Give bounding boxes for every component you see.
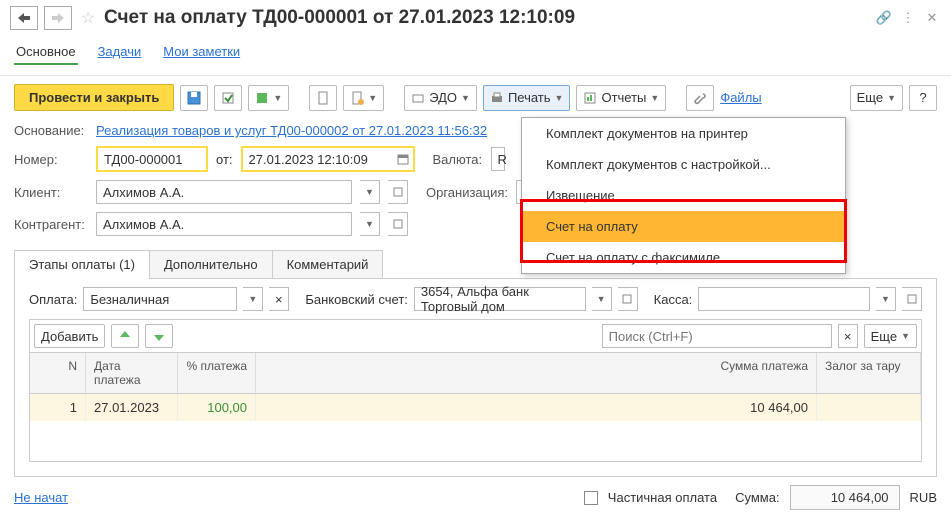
col-date[interactable]: Дата платежа [86,353,178,393]
basis-dropdown[interactable]: ▼ [248,85,289,111]
save-button[interactable] [180,85,208,111]
cell-date: 27.01.2023 [86,394,178,421]
basis-link[interactable]: Реализация товаров и услуг ТД00-000002 о… [96,123,487,138]
number-input[interactable]: ТД00-000001 [96,146,208,172]
toolbar: Провести и закрыть ▼ ▼ ЭДО▼ Печать▼ Отче… [0,76,951,119]
search-clear-icon[interactable]: × [838,324,858,348]
sum-currency: RUB [910,490,937,505]
basis-label: Основание: [14,123,88,138]
bank-dropdown-icon[interactable]: ▼ [592,287,612,311]
bank-input[interactable]: 3654, Альфа банк Торговый дом [414,287,586,311]
table-row[interactable]: 1 27.01.2023 100,00 10 464,00 [30,394,921,421]
tabpanel: Оплата: Безналичная ▼ × Банковский счет:… [14,279,937,477]
payment-clear-icon[interactable]: × [269,287,289,311]
tab-additional[interactable]: Дополнительно [149,250,273,278]
close-icon[interactable]: ✕ [923,9,941,27]
sum-value: 10 464,00 [790,485,900,510]
link-icon[interactable]: 🔗 [875,9,893,27]
subnav-main[interactable]: Основное [14,40,78,65]
contragent-open-icon[interactable] [388,212,408,236]
bank-open-icon[interactable] [618,287,638,311]
forward-button[interactable] [44,6,72,30]
kassa-dropdown-icon[interactable]: ▼ [876,287,896,311]
help-button[interactable]: ? [909,85,937,111]
attach-button[interactable] [686,85,714,111]
col-n[interactable]: N [30,353,86,393]
doc-button[interactable] [309,85,337,111]
partial-label: Частичная оплата [608,490,717,505]
files-link[interactable]: Файлы [720,90,761,105]
back-button[interactable] [10,6,38,30]
kassa-label: Касса: [654,292,693,307]
print-dropdown: Комплект документов на принтер Комплект … [521,117,846,274]
footer: Не начат Частичная оплата Сумма: 10 464,… [14,485,937,510]
col-zalog[interactable]: Залог за тару [817,353,921,393]
header: ☆ Счет на оплату ТД00-000001 от 27.01.20… [0,0,951,36]
payment-dropdown-icon[interactable]: ▼ [243,287,263,311]
status-link[interactable]: Не начат [14,490,68,505]
contragent-label: Контрагент: [14,217,88,232]
payment-label: Оплата: [29,292,77,307]
payment-type-input[interactable]: Безналичная [83,287,237,311]
dd-item-schet[interactable]: Счет на оплату [522,211,845,242]
row-up-button[interactable] [111,324,139,348]
client-label: Клиент: [14,185,88,200]
cell-zalog [817,394,921,421]
calendar-icon[interactable] [393,146,415,172]
subnav-tasks[interactable]: Задачи [96,40,144,65]
star-icon[interactable]: ☆ [78,6,98,30]
kassa-open-icon[interactable] [902,287,922,311]
grid-more-button[interactable]: Еще▼ [864,324,917,348]
post-button[interactable] [214,85,242,111]
contragent-dropdown-icon[interactable]: ▼ [360,212,380,236]
cell-sum: 10 464,00 [256,394,817,421]
bank-label: Банковский счет: [305,292,408,307]
col-pct[interactable]: % платежа [178,353,256,393]
dd-item-komplekt-printer[interactable]: Комплект документов на принтер [522,118,845,149]
row-down-button[interactable] [145,324,173,348]
subnav-notes[interactable]: Мои заметки [161,40,242,65]
kassa-input[interactable] [698,287,870,311]
date-input[interactable]: 27.01.2023 12:10:09 [241,146,393,172]
client-dropdown-icon[interactable]: ▼ [360,180,380,204]
currency-input[interactable]: R [491,147,505,171]
from-label: от: [216,152,233,167]
org-label: Организация: [426,185,508,200]
cell-n: 1 [30,394,86,421]
cell-pct: 100,00 [178,394,256,421]
partial-checkbox[interactable] [584,491,598,505]
client-input[interactable]: Алхимов А.А. [96,180,352,204]
post-close-button[interactable]: Провести и закрыть [14,84,174,111]
col-sum[interactable]: Сумма платежа [256,353,817,393]
contragent-input[interactable]: Алхимов А.А. [96,212,352,236]
client-open-icon[interactable] [388,180,408,204]
sum-label: Сумма: [735,490,779,505]
dd-item-komplekt-settings[interactable]: Комплект документов с настройкой... [522,149,845,180]
add-row-button[interactable]: Добавить [34,324,105,348]
dd-item-schet-faksimile[interactable]: Счет на оплату с факсимиле [522,242,845,273]
print-button[interactable]: Печать▼ [483,85,571,111]
payment-grid: Добавить × Еще▼ N Дата платежа % платежа… [29,319,922,462]
reports-button[interactable]: Отчеты▼ [576,85,666,111]
number-label: Номер: [14,152,88,167]
currency-label: Валюта: [433,152,483,167]
page-title: Счет на оплату ТД00-000001 от 27.01.2023… [104,7,869,29]
subnav: Основное Задачи Мои заметки [0,36,951,76]
search-input[interactable] [602,324,832,348]
more-icon[interactable]: ⋮ [899,9,917,27]
dd-item-izveshenie[interactable]: Извещение [522,180,845,211]
edo-button[interactable]: ЭДО▼ [404,85,477,111]
tab-comment[interactable]: Комментарий [272,250,384,278]
tab-payment-stages[interactable]: Этапы оплаты (1) [14,250,150,278]
more-button[interactable]: Еще▼ [850,85,903,111]
doc-dropdown[interactable]: ▼ [343,85,384,111]
grid-header: N Дата платежа % платежа Сумма платежа З… [30,352,921,394]
